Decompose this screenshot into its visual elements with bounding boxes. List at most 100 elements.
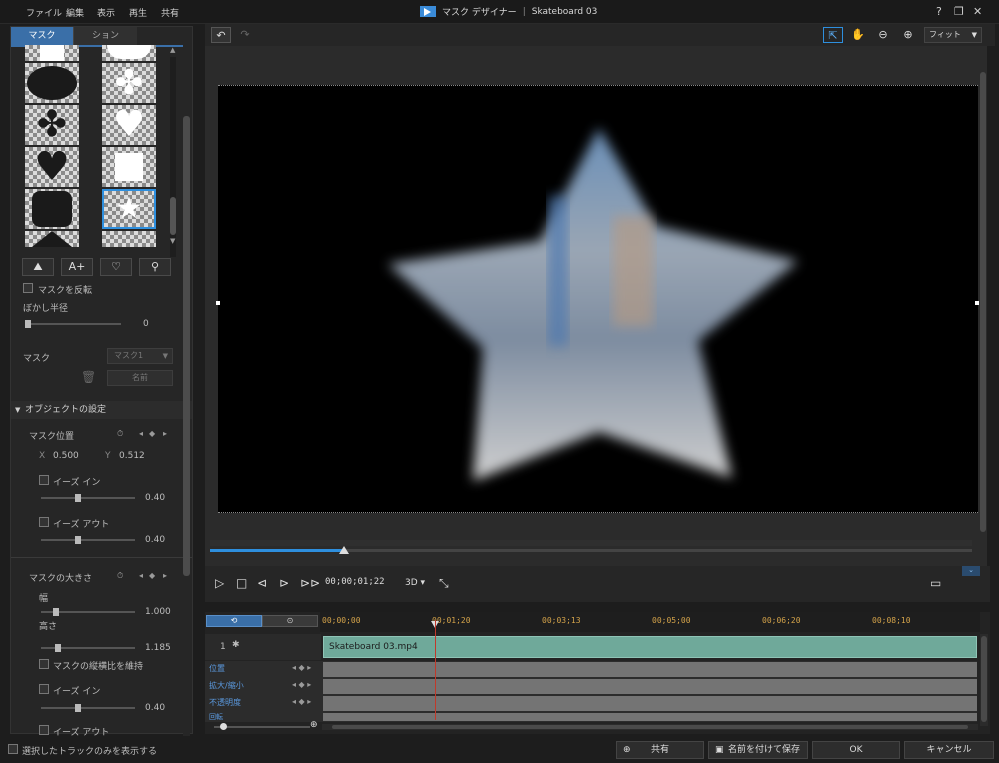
position-y-value[interactable]: 0.512 [119, 451, 145, 461]
zoom-select[interactable]: フィット ▼ [924, 27, 982, 43]
play-icon[interactable]: ▷ [215, 576, 224, 590]
thumb-scrollbar[interactable] [170, 57, 176, 257]
close-button[interactable]: ✕ [973, 5, 982, 18]
height-slider[interactable] [41, 644, 135, 652]
trash-icon[interactable]: 🗑 [81, 370, 96, 384]
keyframe-nav-icon[interactable]: ◂ ◆ ▸ [292, 697, 311, 706]
keyframe-nav-icon[interactable]: ◂ ◆ ▸ [292, 663, 311, 672]
select-tool-icon[interactable]: ⇱ [823, 27, 843, 43]
pos-ease-in-slider[interactable] [41, 494, 135, 502]
track-lane[interactable] [323, 713, 977, 721]
size-ease-in-slider[interactable] [41, 704, 135, 712]
size-prev-keyframe-icon[interactable]: ◂ [139, 571, 143, 580]
mask-thumb-oval-top[interactable] [102, 45, 156, 61]
menu-edit[interactable]: 編集 [66, 6, 84, 19]
mask-thumb-heart-white[interactable]: ♥ [102, 105, 156, 145]
handle-left[interactable] [216, 301, 220, 305]
reset-keyframe-icon[interactable]: ⏱ [117, 429, 123, 439]
help-button[interactable]: ? [936, 5, 942, 18]
mask-thumb-clover[interactable]: ✤ [102, 63, 156, 103]
zoom-fit-button[interactable]: ⊙ [262, 615, 318, 627]
mask-thumb-square[interactable] [102, 147, 156, 187]
video-clip[interactable]: Skateboard 03.mp4 [323, 636, 977, 658]
track-lane[interactable] [323, 696, 977, 711]
zoom-in-icon[interactable]: ⊕ [898, 27, 918, 43]
pos-ease-out-slider[interactable] [41, 536, 135, 544]
cancel-button[interactable]: キャンセル [904, 741, 994, 759]
mask-select[interactable]: マスク1 ▼ [107, 348, 173, 364]
left-panel-scrollbar[interactable] [183, 46, 190, 736]
mask-thumb-partial[interactable] [25, 231, 79, 247]
object-settings-header[interactable]: ▼ オブジェクトの設定 [11, 401, 192, 419]
3d-mode-button[interactable]: 3D ▾ [405, 578, 425, 588]
share-button[interactable]: ⊕ 共有 [616, 741, 704, 759]
video-preview[interactable] [218, 85, 978, 513]
pos-ease-in-checkbox[interactable] [39, 475, 49, 485]
keep-ratio-checkbox[interactable] [39, 659, 49, 669]
add-keyframe-icon[interactable]: ◆ [149, 429, 155, 438]
timeline-ruler[interactable]: 00;00;00 00;01;20 00;03;13 00;05;00 00;0… [320, 612, 980, 632]
size-ease-out-checkbox[interactable] [39, 725, 49, 735]
menu-playback[interactable]: 再生 [129, 6, 147, 19]
tab-motion[interactable]: ション [73, 27, 137, 45]
text-mask-button[interactable]: A+ [61, 258, 93, 276]
track-lane[interactable] [323, 679, 977, 694]
mask-thumb-heart-dark[interactable]: ♥ [25, 147, 79, 187]
stop-icon[interactable]: □ [236, 576, 247, 590]
size-add-keyframe-icon[interactable]: ◆ [149, 571, 155, 580]
menu-view[interactable]: 表示 [97, 6, 115, 19]
undo-button[interactable]: ↶ [211, 27, 231, 43]
rename-button[interactable]: 名前 [107, 370, 173, 386]
brush-mask-button[interactable]: ♡ [100, 258, 132, 276]
feather-slider[interactable] [25, 320, 121, 328]
timeline-horizontal-scrollbar[interactable] [322, 724, 978, 730]
track-lane[interactable] [323, 662, 977, 677]
restore-button[interactable]: ❐ [954, 5, 964, 18]
next-keyframe-icon[interactable]: ▸ [163, 429, 167, 438]
save-as-button[interactable]: ▣ 名前を付けて保存 [708, 741, 808, 759]
next-frame-icon[interactable]: ⊳ [279, 576, 289, 590]
menu-share[interactable]: 共有 [161, 6, 179, 19]
hand-tool-icon[interactable]: ✋ [848, 27, 868, 43]
scroll-up-icon[interactable]: ▲ [170, 46, 175, 54]
size-next-keyframe-icon[interactable]: ▸ [163, 571, 167, 580]
prev-frame-icon[interactable]: ⊲ [257, 576, 267, 590]
collapse-icon[interactable]: ⌄ [962, 566, 980, 576]
tab-mask[interactable]: マスク [11, 27, 73, 45]
fast-forward-icon[interactable]: ⊳⊳ [300, 576, 320, 590]
mask-thumb-flower[interactable]: ✤ [25, 105, 79, 145]
mask-position-label: マスク位置 [29, 432, 75, 442]
image-mask-button[interactable]: ⛰ [22, 258, 54, 276]
size-ease-out-label: イーズ アウト [53, 728, 110, 738]
size-reset-keyframe-icon[interactable]: ⏱ [117, 571, 123, 581]
mask-thumb-partial-2[interactable] [102, 231, 156, 247]
mask-thumb-rect-top[interactable] [25, 45, 79, 61]
mask-thumb-ellipse[interactable] [25, 63, 79, 103]
track-view-button[interactable]: ⟲ [206, 615, 262, 627]
app-title: マスク デザイナー [442, 8, 517, 18]
preview-vertical-scrollbar[interactable] [979, 62, 987, 562]
zoom-out-icon[interactable]: ⊖ [873, 27, 893, 43]
pen-mask-button[interactable]: ⚲ [139, 258, 171, 276]
position-x-value[interactable]: 0.500 [53, 451, 79, 461]
preview-horizontal-scrollbar[interactable] [210, 540, 972, 546]
timeline-vertical-scrollbar[interactable] [980, 634, 988, 726]
size-ease-in-checkbox[interactable] [39, 684, 49, 694]
invert-mask-checkbox[interactable] [23, 283, 33, 293]
mask-thumb-star-selected[interactable]: ★ [102, 189, 156, 229]
timeline-zoom-slider[interactable]: ⊕ [206, 720, 318, 730]
show-selected-checkbox[interactable] [8, 744, 18, 754]
keyframe-nav-icon[interactable]: ◂ ◆ ▸ [292, 680, 311, 689]
fullscreen-arrows-icon[interactable]: ⤡ [439, 576, 449, 591]
scroll-down-icon[interactable]: ▼ [170, 237, 175, 245]
scrub-handle[interactable] [339, 546, 349, 554]
timecode-display[interactable]: 00;00;01;22 [325, 577, 385, 587]
redo-button[interactable]: ↷ [235, 27, 255, 43]
pos-ease-out-checkbox[interactable] [39, 517, 49, 527]
dock-preview-icon[interactable]: ▭ [930, 576, 941, 590]
mask-thumb-rounded-rect[interactable] [25, 189, 79, 229]
menu-file[interactable]: ファイル [26, 6, 62, 19]
ok-button[interactable]: OK [812, 741, 900, 759]
width-slider[interactable] [41, 608, 135, 616]
prev-keyframe-icon[interactable]: ◂ [139, 429, 143, 438]
